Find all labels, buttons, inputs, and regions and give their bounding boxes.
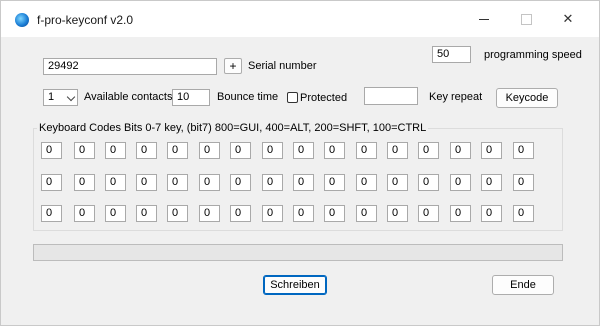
- available-contacts-select[interactable]: 1: [43, 89, 78, 106]
- available-contacts-label: Available contacts: [84, 91, 173, 103]
- key-code-field[interactable]: 0: [105, 205, 126, 222]
- key-code-field[interactable]: 0: [418, 142, 439, 159]
- key-code-field[interactable]: 0: [387, 142, 408, 159]
- key-code-field[interactable]: 0: [481, 205, 502, 222]
- chevron-down-icon: [66, 92, 76, 102]
- key-code-field[interactable]: 0: [324, 142, 345, 159]
- key-code-field[interactable]: 0: [513, 142, 534, 159]
- programming-speed-label: programming speed: [484, 49, 582, 61]
- key-repeat-label: Key repeat: [429, 91, 483, 103]
- key-code-field[interactable]: 0: [167, 205, 188, 222]
- key-code-field[interactable]: 0: [324, 205, 345, 222]
- maximize-button[interactable]: [511, 8, 541, 30]
- key-code-field[interactable]: 0: [74, 205, 95, 222]
- key-code-field[interactable]: 0: [105, 174, 126, 191]
- close-icon: ✕: [562, 11, 574, 26]
- write-button[interactable]: Schreiben: [263, 275, 327, 295]
- key-code-field[interactable]: 0: [199, 142, 220, 159]
- add-serial-button[interactable]: +: [224, 58, 242, 74]
- key-repeat-field[interactable]: [364, 87, 418, 105]
- key-code-field[interactable]: 0: [513, 205, 534, 222]
- key-code-field[interactable]: 0: [262, 205, 283, 222]
- app-icon: [15, 13, 29, 27]
- available-contacts-value: 1: [48, 91, 55, 103]
- minimize-button[interactable]: [469, 8, 499, 30]
- key-code-field[interactable]: 0: [418, 174, 439, 191]
- key-code-field[interactable]: 0: [230, 142, 251, 159]
- window-title: f-pro-keyconf v2.0: [37, 13, 134, 27]
- key-code-field[interactable]: 0: [356, 174, 377, 191]
- progress-bar: [33, 244, 563, 261]
- key-code-field[interactable]: 0: [74, 174, 95, 191]
- bounce-time-label: Bounce time: [217, 91, 279, 103]
- bounce-time-field[interactable]: 10: [172, 89, 210, 106]
- serial-number-label: Serial number: [248, 60, 317, 72]
- key-code-field[interactable]: 0: [74, 142, 95, 159]
- maximize-icon: [520, 13, 532, 25]
- key-code-field[interactable]: 0: [356, 205, 377, 222]
- key-code-field[interactable]: 0: [230, 205, 251, 222]
- key-code-field[interactable]: 0: [481, 142, 502, 159]
- key-code-field[interactable]: 0: [105, 142, 126, 159]
- key-code-field[interactable]: 0: [41, 174, 62, 191]
- key-code-field[interactable]: 0: [167, 174, 188, 191]
- key-code-field[interactable]: 0: [450, 142, 471, 159]
- end-button[interactable]: Ende: [492, 275, 554, 295]
- close-button[interactable]: ✕: [553, 8, 583, 30]
- key-code-field[interactable]: 0: [136, 205, 157, 222]
- key-code-field[interactable]: 0: [293, 142, 314, 159]
- key-code-field[interactable]: 0: [136, 174, 157, 191]
- key-code-field[interactable]: 0: [41, 205, 62, 222]
- key-code-field[interactable]: 0: [450, 174, 471, 191]
- key-code-field[interactable]: 0: [230, 174, 251, 191]
- key-code-field[interactable]: 0: [387, 205, 408, 222]
- title-bar: f-pro-keyconf v2.0 ✕: [1, 1, 599, 37]
- keyboard-codes-group-label: Keyboard Codes Bits 0-7 key, (bit7) 800=…: [37, 122, 429, 134]
- key-code-field[interactable]: 0: [199, 205, 220, 222]
- key-code-field[interactable]: 0: [418, 205, 439, 222]
- key-code-field[interactable]: 0: [513, 174, 534, 191]
- key-code-field[interactable]: 0: [324, 174, 345, 191]
- key-code-field[interactable]: 0: [356, 142, 377, 159]
- key-code-field[interactable]: 0: [387, 174, 408, 191]
- key-code-field[interactable]: 0: [262, 142, 283, 159]
- programming-speed-field[interactable]: 50: [432, 46, 471, 63]
- serial-number-field[interactable]: 29492: [43, 58, 217, 75]
- key-code-field[interactable]: 0: [262, 174, 283, 191]
- protected-label: Protected: [300, 92, 348, 104]
- minimize-icon: [479, 18, 489, 20]
- keycode-button[interactable]: Keycode: [496, 88, 558, 108]
- key-code-field[interactable]: 0: [41, 142, 62, 159]
- protected-checkbox[interactable]: [287, 92, 298, 103]
- key-code-field[interactable]: 0: [199, 174, 220, 191]
- key-code-field[interactable]: 0: [450, 205, 471, 222]
- key-code-field[interactable]: 0: [136, 142, 157, 159]
- key-code-field[interactable]: 0: [167, 142, 188, 159]
- app-window: f-pro-keyconf v2.0 ✕ 29492 + Serial numb…: [0, 0, 600, 326]
- key-code-field[interactable]: 0: [293, 174, 314, 191]
- key-code-field[interactable]: 0: [481, 174, 502, 191]
- key-code-field[interactable]: 0: [293, 205, 314, 222]
